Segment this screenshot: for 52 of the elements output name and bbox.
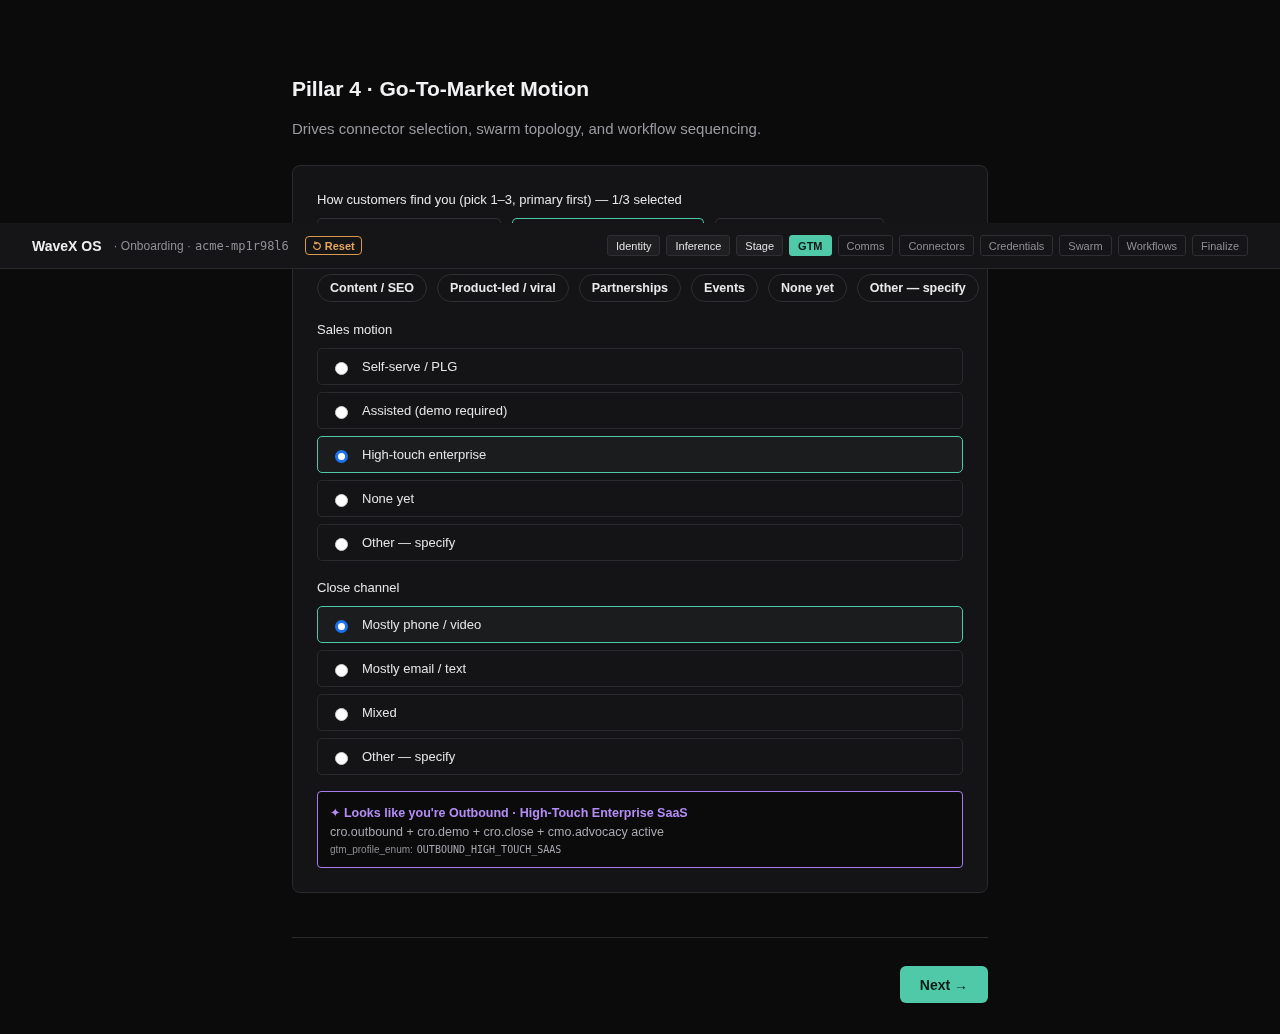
breadcrumb-text: · Onboarding ·: [113, 238, 191, 253]
step-tab[interactable]: Inference: [666, 235, 731, 256]
profile-headline: ✦ Looks like you're Outbound · High-Touch Enterprise SaaS: [330, 805, 689, 820]
radio-option[interactable]: None yet: [317, 480, 963, 517]
next-button[interactable]: Next →: [899, 966, 988, 1003]
page-title: Pillar 4 · Go-To-Market Motion: [292, 76, 591, 102]
radio-option[interactable]: Mostly email / text: [317, 650, 963, 687]
step-tab[interactable]: Stage: [736, 235, 784, 256]
radio-option[interactable]: Mostly phone / video: [317, 606, 963, 643]
reset-icon: [311, 240, 322, 251]
radio-button[interactable]: [335, 619, 348, 633]
choice-chip[interactable]: Product-led / viral: [437, 274, 569, 302]
step-tab[interactable]: Connectors: [899, 235, 974, 256]
option-label: High-touch enterprise: [362, 447, 487, 462]
section-label: Sales motion: [317, 321, 394, 339]
step-tab[interactable]: GTM: [789, 235, 832, 256]
option-label: Other — specify: [362, 535, 456, 550]
option-label: Mostly phone / video: [362, 617, 482, 632]
choice-chip[interactable]: None yet: [768, 274, 847, 302]
option-label: None yet: [362, 491, 415, 506]
question-label: How customers find you (pick 1–3, primary first) — 1/3 selected: [317, 191, 683, 209]
option-label: Mixed: [362, 705, 397, 720]
choice-chip[interactable]: Other — specify: [856, 274, 979, 302]
radio-option[interactable]: High-touch enterprise: [317, 436, 963, 473]
radio-option[interactable]: Self-serve / PLG: [317, 348, 963, 385]
page-subtitle: Drives connector selection, swarm topology, and workflow sequencing.: [292, 119, 763, 139]
option-label: Assisted (demo required): [362, 403, 508, 418]
option-label: Mostly email / text: [362, 661, 467, 676]
radio-option[interactable]: Mixed: [317, 694, 963, 731]
step-tab[interactable]: Identity: [607, 235, 661, 256]
brand-name: WaveX OS: [32, 237, 102, 254]
option-label: Other — specify: [362, 749, 456, 764]
active-agents-text: cro.outbound + cro.demo + cro.close + cmo.advocacy active: [330, 825, 665, 839]
section-label: Close channel: [317, 579, 401, 597]
choice-chip[interactable]: Content / SEO: [317, 274, 428, 302]
choice-chip[interactable]: Partnerships: [578, 274, 682, 302]
workspace-id: acme-mp1r98l6: [194, 238, 289, 253]
radio-option[interactable]: Assisted (demo required): [317, 392, 963, 429]
step-tab[interactable]: Finalize: [1192, 235, 1248, 256]
enum-label: gtm_profile_enum:: [330, 844, 413, 855]
choice-chip[interactable]: [512, 218, 704, 223]
radio-option[interactable]: Other — specify: [317, 738, 963, 775]
step-tab[interactable]: Swarm: [1059, 235, 1112, 256]
reset-button[interactable]: Reset: [304, 236, 362, 255]
option-label: Self-serve / PLG: [362, 359, 458, 374]
step-tab[interactable]: Workflows: [1117, 235, 1187, 256]
enum-value: OUTBOUND_HIGH_TOUCH_SAAS: [416, 844, 562, 855]
radio-button[interactable]: [335, 449, 348, 463]
choice-chip[interactable]: Events: [691, 274, 759, 302]
step-tab[interactable]: Comms: [837, 235, 894, 256]
radio-option[interactable]: Other — specify: [317, 524, 963, 561]
step-tab[interactable]: Credentials: [979, 235, 1054, 256]
